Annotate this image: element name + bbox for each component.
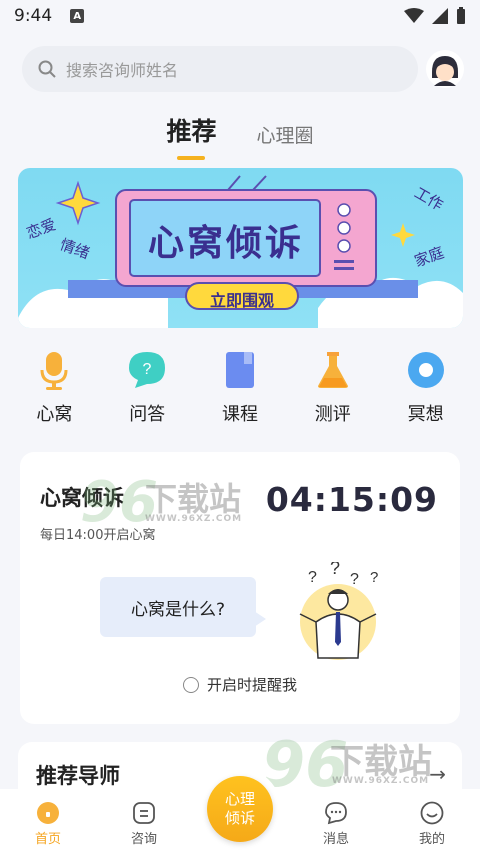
notification-a-icon: A: [70, 9, 85, 23]
microphone-icon: [34, 350, 74, 390]
nav-messages[interactable]: 消息: [301, 801, 371, 847]
status-time: 9:44: [14, 6, 53, 26]
top-tabs: 推荐 心理圈: [0, 110, 480, 160]
feature-label: 冥想: [407, 404, 444, 425]
book-icon: [220, 350, 260, 390]
nav-label: 首页: [34, 832, 61, 847]
session-card: 心窝倾诉 每日14:00开启心窝 04:15:09 心窝是什么? ? ? ? ?…: [20, 452, 460, 724]
banner-watch-button[interactable]: 立即围观: [186, 287, 298, 311]
remind-label: 开启时提醒我: [206, 676, 297, 694]
svg-text:?: ?: [330, 562, 340, 578]
meditation-circle-icon: [406, 350, 446, 390]
mentors-title: 推荐导师: [36, 764, 120, 788]
search-row: 搜索咨询师姓名: [22, 46, 464, 92]
avatar[interactable]: [426, 50, 464, 88]
status-bar: 9:44 A: [0, 0, 480, 32]
message-icon: [324, 801, 348, 825]
radio-circle-icon: [182, 676, 199, 693]
remind-me-toggle[interactable]: 开启时提醒我: [20, 674, 460, 695]
psych-talk-fab[interactable]: 心理 倾诉: [207, 776, 273, 842]
nav-label: 消息: [322, 832, 349, 847]
wifi-icon: [404, 8, 424, 23]
tab-recommend[interactable]: 推荐: [166, 112, 217, 160]
nav-home[interactable]: 首页: [13, 801, 83, 847]
profile-icon: [420, 801, 444, 825]
what-is-it-bubble[interactable]: 心窝是什么?: [100, 577, 266, 637]
svg-text:?: ?: [308, 569, 317, 586]
feature-label: 课程: [221, 404, 258, 425]
consult-icon: [132, 801, 156, 825]
feature-row: 心窝 ? 问答 课程 测评 冥想: [0, 350, 480, 440]
nav-consult[interactable]: 咨询: [109, 801, 179, 847]
session-title: 心窝倾诉: [40, 486, 124, 510]
banner[interactable]: 心窝倾诉 立即围观 恋爱 情绪 工作 家庭: [18, 168, 463, 328]
fab-line2: 倾诉: [224, 809, 255, 827]
question-bubble-icon: ?: [127, 350, 167, 390]
session-subtitle: 每日14:00开启心窝: [40, 528, 156, 543]
feature-assessment[interactable]: 测评: [293, 350, 373, 440]
search-placeholder: 搜索咨询师姓名: [66, 61, 179, 80]
fab-line1: 心理: [224, 790, 255, 809]
feature-course[interactable]: 课程: [200, 350, 280, 440]
feature-meditation[interactable]: 冥想: [386, 350, 466, 440]
search-icon: [38, 60, 56, 78]
svg-text:?: ?: [370, 569, 378, 586]
status-icons: [404, 7, 466, 25]
feature-label: 心窝: [36, 404, 73, 425]
flask-icon: [313, 350, 353, 390]
feature-label: 测评: [314, 404, 351, 425]
nav-label: 咨询: [130, 832, 157, 847]
svg-text:?: ?: [143, 361, 152, 378]
nav-label: 我的: [418, 832, 445, 847]
search-input[interactable]: 搜索咨询师姓名: [22, 46, 418, 92]
svg-text:?: ?: [350, 571, 359, 588]
nav-profile[interactable]: 我的: [397, 801, 467, 847]
tab-psych-circle[interactable]: 心理圈: [257, 121, 314, 160]
banner-title: 心窝倾诉: [148, 223, 305, 264]
feature-heart-nest[interactable]: 心窝: [14, 350, 94, 440]
feature-label: 问答: [129, 404, 166, 425]
feature-qa[interactable]: ? 问答: [107, 350, 187, 440]
battery-icon: [457, 7, 465, 24]
arrow-right-icon[interactable]: →: [429, 762, 446, 786]
session-countdown: 04:15:09: [265, 480, 438, 519]
confused-person-illustration: ? ? ? ?: [299, 562, 378, 660]
signal-icon: [432, 8, 448, 24]
home-icon: [36, 801, 60, 825]
